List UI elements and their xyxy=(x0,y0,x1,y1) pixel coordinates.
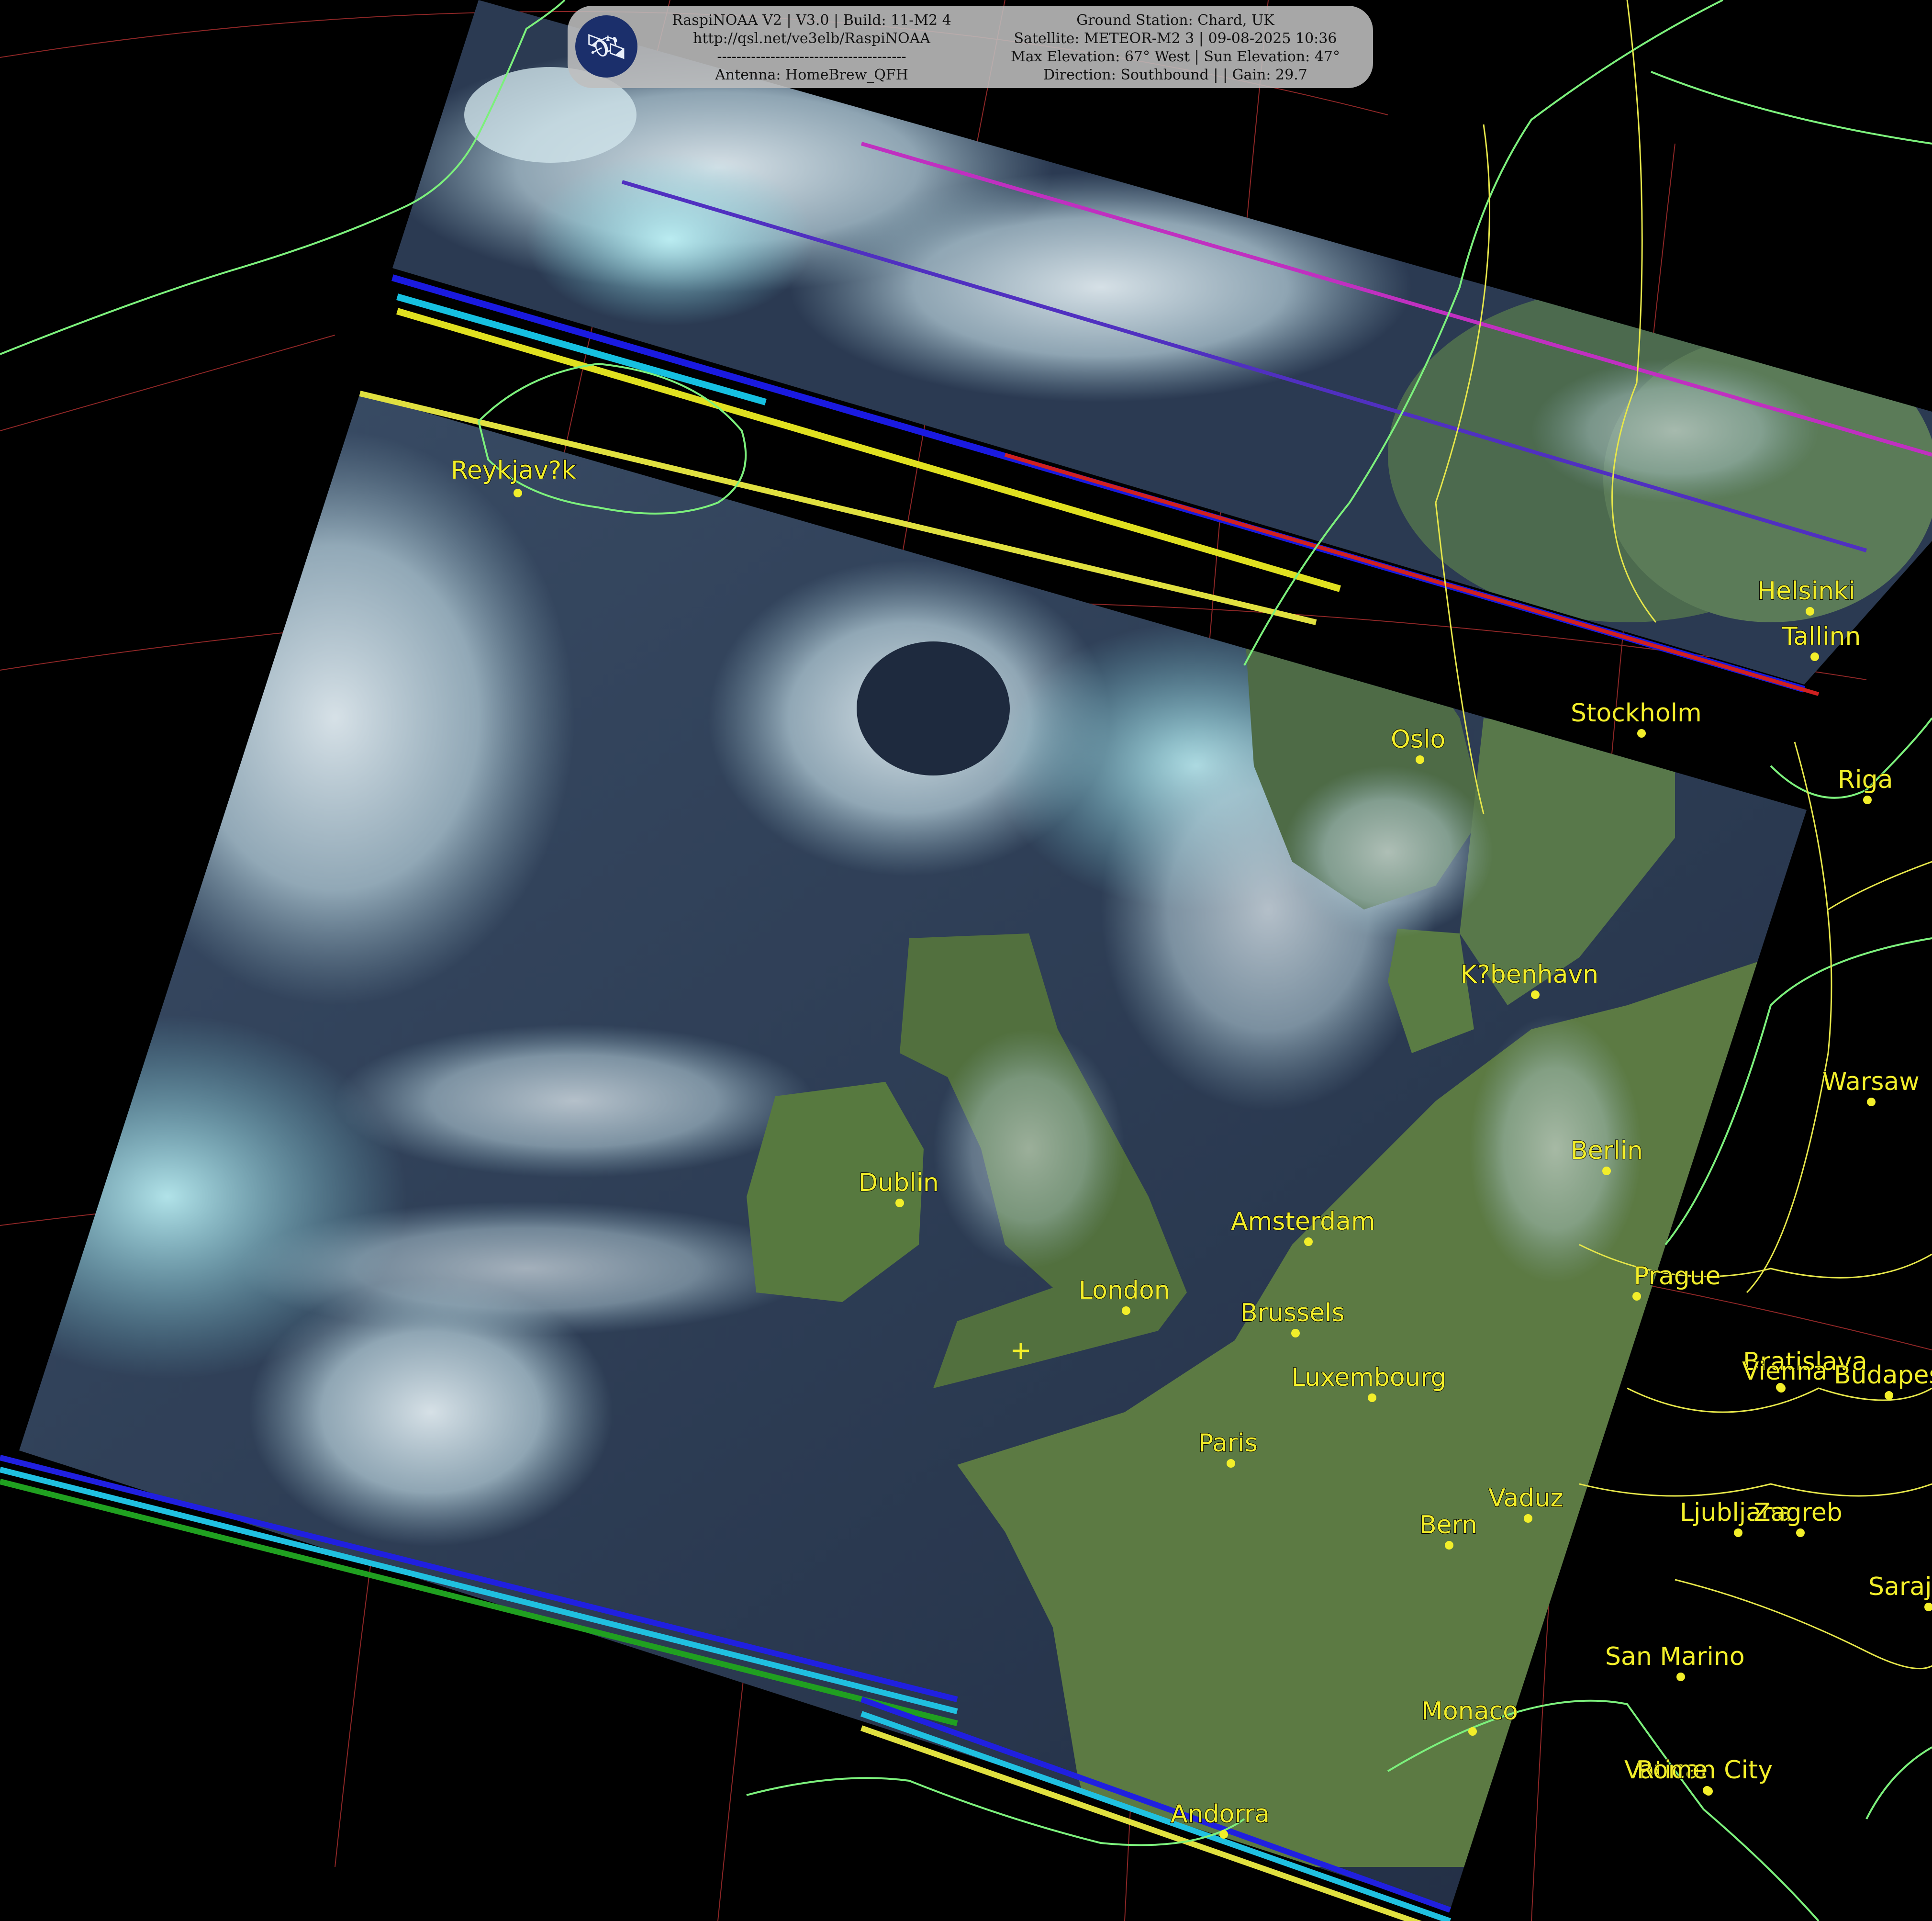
city-dot xyxy=(1227,1459,1235,1468)
city-label: Monaco xyxy=(1421,1697,1518,1726)
city-label: Berlin xyxy=(1571,1136,1643,1165)
city-marker: San Marino xyxy=(1605,1642,1745,1681)
city-label: Prague xyxy=(1634,1262,1721,1291)
city-dot xyxy=(1806,607,1814,616)
city-dot xyxy=(1867,1098,1876,1106)
city-label: Luxembourg xyxy=(1291,1363,1446,1392)
city-label: Zagreb xyxy=(1753,1498,1843,1527)
city-dot xyxy=(1885,1391,1893,1400)
city-dot xyxy=(1637,729,1646,738)
city-label: Vienna xyxy=(1742,1357,1828,1386)
header-pass-info: Ground Station: Chard, UK Satellite: MET… xyxy=(989,11,1362,84)
city-marker: Sarajevo xyxy=(1868,1572,1932,1611)
city-label: Stockholm xyxy=(1571,699,1702,728)
header-line: Direction: Southbound | | Gain: 29.7 xyxy=(1043,67,1307,83)
header-line: Satellite: METEOR-M2 3 | 09-08-2025 10:3… xyxy=(1014,30,1337,47)
city-dot xyxy=(1524,1514,1532,1523)
city-marker: Stockholm xyxy=(1570,698,1702,738)
city-label: Vaduz xyxy=(1488,1484,1563,1513)
header-line: Max Elevation: 67° West | Sun Elevation:… xyxy=(1011,48,1340,65)
city-marker: Rome xyxy=(1636,1755,1713,1796)
city-label: Dublin xyxy=(859,1168,939,1197)
city-dot xyxy=(1531,990,1540,999)
city-dot xyxy=(1304,1237,1313,1246)
city-label: Paris xyxy=(1198,1429,1258,1458)
city-dot xyxy=(1445,1541,1453,1550)
city-dot xyxy=(1632,1292,1641,1301)
header-line: Ground Station: Chard, UK xyxy=(1076,12,1274,29)
city-marker: Riga xyxy=(1837,765,1893,804)
city-label: Reykjav?k xyxy=(451,456,576,485)
city-dot xyxy=(1368,1393,1376,1402)
city-marker: Zagreb xyxy=(1753,1498,1843,1537)
city-dot xyxy=(1810,652,1819,661)
city-dot xyxy=(1291,1329,1300,1337)
header-line: Antenna: HomeBrew_QFH xyxy=(715,67,908,83)
city-dot xyxy=(1734,1528,1742,1537)
city-label: Andorra xyxy=(1171,1800,1270,1829)
header-software-info: RaspiNOAA V2 | V3.0 | Build: 11-M2 4 htt… xyxy=(659,11,965,84)
city-label: Amsterdam xyxy=(1231,1207,1375,1236)
city-label: Sarajevo xyxy=(1868,1573,1932,1601)
city-label: Tallinn xyxy=(1782,622,1861,651)
city-marker: Budapest xyxy=(1833,1360,1932,1400)
city-marker: Warsaw xyxy=(1822,1067,1920,1106)
city-label: Helsinki xyxy=(1757,577,1855,606)
city-label: Rome xyxy=(1637,1756,1708,1785)
city-label: Bern xyxy=(1419,1511,1477,1539)
pass-info-header: 🛰 RaspiNOAA V2 | V3.0 | Build: 11-M2 4 h… xyxy=(568,6,1373,88)
header-line: --------------------------------------- xyxy=(717,48,906,65)
city-label: San Marino xyxy=(1605,1642,1745,1671)
city-dot xyxy=(1602,1167,1611,1175)
city-dot xyxy=(1122,1306,1130,1315)
city-dot xyxy=(1219,1830,1228,1839)
city-dot xyxy=(514,489,522,497)
city-dot xyxy=(1416,755,1424,764)
city-dot xyxy=(1704,1787,1713,1796)
city-dot xyxy=(1924,1603,1932,1611)
city-label: Riga xyxy=(1838,765,1893,794)
city-label: Budapest xyxy=(1834,1361,1932,1390)
header-line: http://qsl.net/ve3elb/RaspiNOAA xyxy=(693,30,930,47)
city-dot xyxy=(1863,796,1872,804)
city-label: London xyxy=(1079,1276,1170,1305)
city-label: Oslo xyxy=(1391,725,1445,754)
header-line: RaspiNOAA V2 | V3.0 | Build: 11-M2 4 xyxy=(672,12,951,29)
city-dot xyxy=(895,1199,904,1207)
city-label: K?benhavn xyxy=(1461,960,1598,989)
city-label: Brussels xyxy=(1240,1299,1345,1327)
city-dot xyxy=(1676,1673,1685,1681)
satellite-map: Reykjav?k Helsinki Tallinn Stockholm Oslo Rig… xyxy=(0,0,1932,1921)
city-dot xyxy=(1796,1528,1805,1537)
satellite-icon: 🛰 xyxy=(575,15,637,78)
city-label: Warsaw xyxy=(1822,1067,1920,1096)
city-dot xyxy=(1468,1727,1477,1736)
